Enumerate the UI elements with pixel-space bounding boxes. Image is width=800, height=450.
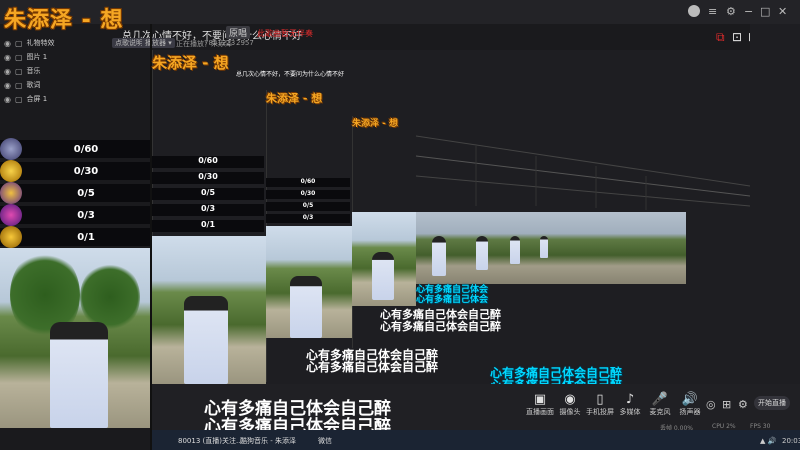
- count-value: 0/30: [73, 165, 99, 177]
- count-value: 0/60: [73, 143, 99, 155]
- button-label: 扬声器: [679, 408, 701, 416]
- scene-item[interactable]: ◉ ▢ 音乐: [4, 64, 41, 78]
- preview-count: 0/60: [266, 178, 350, 187]
- scene-label: 音乐: [26, 67, 41, 75]
- scene-item[interactable]: ◉ ▢ 图片 1: [4, 50, 47, 64]
- scene-item[interactable]: ◉ ▢ 合屏 1: [4, 92, 47, 106]
- count-value: 0/3: [77, 209, 95, 221]
- gift-icon: [0, 182, 22, 204]
- meta-3: 2957: [236, 39, 254, 47]
- preview-performer: [372, 252, 394, 300]
- preview-count: 0/3: [266, 214, 350, 223]
- status-cpu: CPU 2%: [712, 423, 736, 430]
- scene-label: 图片 1: [26, 53, 48, 61]
- lock-icon[interactable]: ▢: [15, 81, 23, 90]
- close-icon[interactable]: ✕: [778, 5, 787, 18]
- gift-counter: 0/1: [0, 226, 150, 248]
- taskbar-item[interactable]: 80013 (直播)关注...: [178, 434, 243, 448]
- scene-item[interactable]: ◉ ▢ 礼物特效: [4, 36, 55, 50]
- clock: 20:03: [782, 437, 800, 445]
- count-value: 0/1: [77, 231, 95, 243]
- layout-icon[interactable]: ⊞: [722, 398, 731, 411]
- record-icon[interactable]: ⧉: [716, 30, 725, 45]
- tag-badge[interactable]: 原唱: [226, 26, 251, 39]
- scene-label: 歌词: [26, 81, 41, 89]
- preview-title: 朱添泽 - 想: [266, 92, 323, 105]
- song-title: 朱添泽 - 想: [4, 8, 124, 33]
- gift-counter: 0/3: [0, 204, 150, 226]
- preview-count: 0/5: [266, 202, 350, 211]
- eye-icon[interactable]: ◉: [4, 67, 11, 76]
- eye-icon[interactable]: ◉: [4, 53, 11, 62]
- preview-performer: [184, 296, 228, 384]
- gift-icon: [0, 160, 22, 182]
- preview-performer: [476, 236, 488, 270]
- lock-icon[interactable]: ▢: [15, 95, 23, 104]
- preview-title: 朱添泽 - 想: [352, 119, 399, 129]
- preview-count: 0/30: [152, 172, 264, 184]
- preview-lyric: 总几次心情不好，不要问为什么心情不好: [236, 71, 345, 78]
- eye-icon[interactable]: ◉: [4, 81, 11, 90]
- chip-2[interactable]: 播放器 ▾: [142, 38, 175, 48]
- performer: [50, 322, 108, 428]
- status-fps: FPS 30: [750, 423, 771, 430]
- lock-icon[interactable]: ▢: [15, 53, 23, 62]
- gift-icon: [0, 204, 22, 226]
- gear-icon[interactable]: ⚙: [738, 398, 748, 411]
- minimize-icon[interactable]: −: [744, 5, 753, 18]
- scene-item[interactable]: ◉ ▢ 歌词: [4, 78, 41, 92]
- tray-icons[interactable]: ▲ 🔊: [760, 437, 776, 445]
- preview-count: 0/30: [266, 190, 350, 199]
- preview-performer: [290, 276, 322, 338]
- scene-panel: ◉ ▢ 礼物特效 ◉ ▢ 图片 1 ◉ ▢ 音乐 ◉ ▢ 歌词 ◉ ▢ 合屏 1: [0, 34, 108, 108]
- gift-icon: [0, 226, 22, 248]
- menu-icon[interactable]: ≡: [708, 5, 717, 18]
- lock-icon[interactable]: ▢: [15, 67, 23, 76]
- gift-counter: 0/5: [0, 182, 150, 204]
- avatar[interactable]: [688, 5, 700, 17]
- overlay-lyric: 心有多痛自己体会自己醉: [306, 360, 439, 374]
- preview-count: 0/3: [152, 204, 264, 216]
- chip-1[interactable]: 点歌说明: [112, 38, 146, 48]
- gift-icon: [0, 138, 22, 160]
- right-sidebar: [750, 24, 800, 384]
- meta-2: 7851223: [204, 39, 236, 47]
- lock-icon[interactable]: ⊡: [732, 30, 742, 44]
- lock-icon[interactable]: ▢: [15, 39, 23, 48]
- maximize-icon[interactable]: □: [760, 5, 770, 18]
- gift-counter: 0/30: [0, 160, 150, 182]
- record-icon[interactable]: ◎: [706, 398, 716, 411]
- taskbar-item[interactable]: 微信: [318, 434, 332, 448]
- preview-count: 0/5: [152, 188, 264, 200]
- eye-icon[interactable]: ◉: [4, 39, 11, 48]
- overlay-lyric: 心有多痛自己体会: [416, 295, 489, 305]
- preview-performer: [432, 236, 446, 276]
- preview-performer: [540, 236, 548, 258]
- start-live-button[interactable]: 开始直播: [754, 396, 790, 410]
- overlay-lyric: 心有多痛自己体会自己醉: [380, 320, 501, 333]
- preview-count: 0/1: [152, 220, 264, 232]
- scene-label: 礼物特效: [26, 39, 55, 47]
- taskbar-item[interactable]: 酷狗音乐 - 朱添泽: [240, 434, 296, 448]
- preview-camera: [416, 212, 686, 284]
- preview-performer: [510, 236, 520, 264]
- gear-icon[interactable]: ⚙: [726, 5, 736, 18]
- preview-count: 0/60: [152, 156, 264, 168]
- tunnel-lines: [416, 135, 750, 210]
- gift-counter: 0/60: [0, 138, 150, 160]
- scene-label: 合屏 1: [26, 95, 48, 103]
- preview-title: 朱添泽 - 想: [152, 54, 229, 72]
- count-value: 0/5: [77, 187, 95, 199]
- eye-icon[interactable]: ◉: [4, 95, 11, 104]
- notice-text: 此歌曲暂无伴奏: [257, 29, 313, 38]
